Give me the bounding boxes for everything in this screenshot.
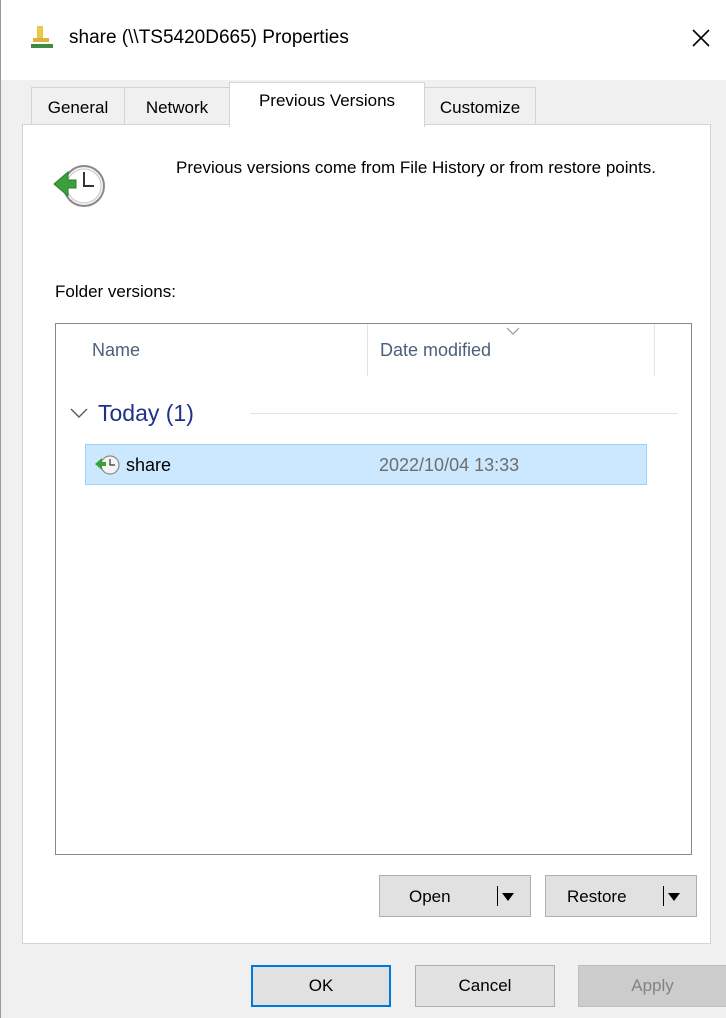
column-header-name[interactable]: Name <box>92 324 140 376</box>
tab-previous-versions[interactable]: Previous Versions <box>229 82 425 127</box>
restore-clock-icon <box>95 455 120 475</box>
restore-split-button[interactable]: Restore <box>545 875 697 917</box>
group-label: Today (1) <box>98 399 194 426</box>
list-item[interactable]: share 2022/10/04 13:33 <box>85 444 647 485</box>
tab-customize[interactable]: Customize <box>424 87 536 124</box>
dropdown-arrow-icon[interactable] <box>502 893 514 901</box>
apply-button[interactable]: Apply <box>578 965 726 1007</box>
open-button-label: Open <box>409 887 451 906</box>
folder-versions-label: Folder versions: <box>55 282 176 301</box>
restore-button-label: Restore <box>567 887 627 906</box>
item-date-modified: 2022/10/04 13:33 <box>379 455 520 475</box>
group-header-today[interactable]: Today (1) <box>70 398 194 428</box>
column-divider[interactable] <box>654 324 655 376</box>
split-divider <box>663 886 664 906</box>
item-name: share <box>126 455 172 475</box>
folder-versions-list[interactable]: Name Date modified Today (1) share 2022/… <box>55 323 692 855</box>
column-header-date-modified[interactable]: Date modified <box>380 324 491 376</box>
chevron-down-icon <box>70 408 88 418</box>
title-bar[interactable]: share (\\TS5420D665) Properties <box>1 0 726 80</box>
shared-folder-icon <box>31 26 53 48</box>
tab-general[interactable]: General <box>31 87 125 124</box>
info-text: Previous versions come from File History… <box>176 158 656 177</box>
properties-dialog: share (\\TS5420D665) Properties General … <box>0 0 726 1018</box>
split-divider <box>497 886 498 906</box>
sort-descending-icon <box>506 327 520 335</box>
close-button[interactable] <box>683 20 719 56</box>
group-divider <box>250 413 678 414</box>
dropdown-arrow-icon[interactable] <box>668 893 680 901</box>
restore-clock-icon <box>53 165 105 207</box>
open-split-button[interactable]: Open <box>379 875 531 917</box>
ok-button[interactable]: OK <box>251 965 391 1007</box>
tab-network[interactable]: Network <box>124 87 230 124</box>
close-icon <box>692 29 710 47</box>
column-divider[interactable] <box>367 324 368 376</box>
window-title: share (\\TS5420D665) Properties <box>69 27 349 48</box>
previous-versions-panel: Previous versions come from File History… <box>22 124 711 944</box>
cancel-button[interactable]: Cancel <box>415 965 555 1007</box>
